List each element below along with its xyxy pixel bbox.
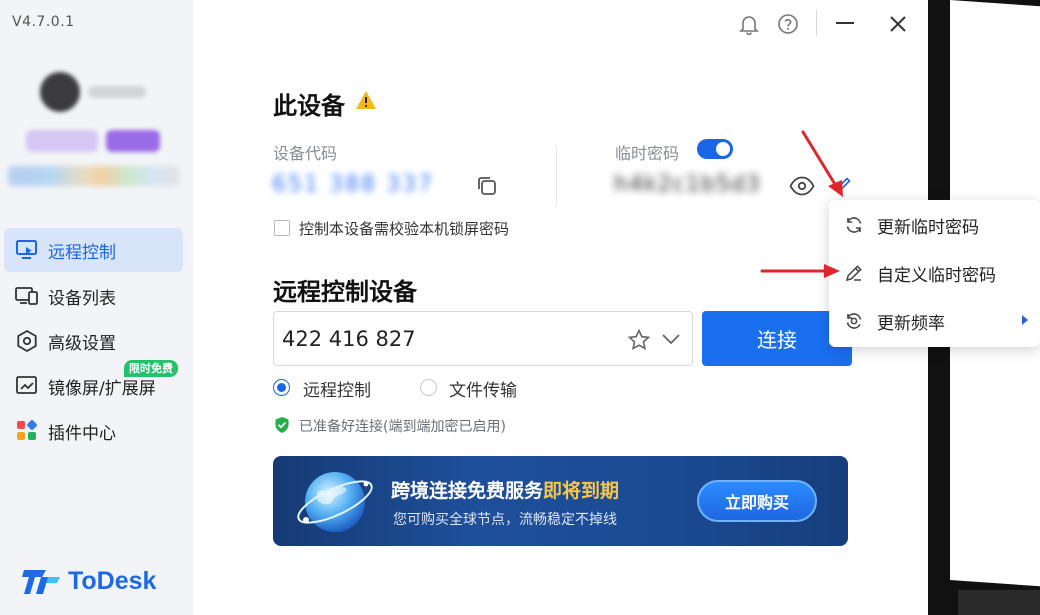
device-list-icon [14,284,40,308]
lock-password-checkbox[interactable] [274,220,290,236]
sidebar-item-remote-control[interactable]: 远程控制 [4,228,183,272]
todesk-logo-icon [22,570,60,594]
version-label: V4.7.0.1 [12,14,75,30]
banner-title-highlight: 即将到期 [543,480,620,502]
username-blurred [88,86,146,98]
menu-item-custom-password[interactable]: 自定义临时密码 [829,251,1040,295]
edit-password-icon[interactable] [836,176,852,196]
section-divider [556,146,557,206]
help-icon[interactable] [776,12,800,36]
device-id-field[interactable] [273,311,693,366]
device-id-input[interactable] [282,322,612,356]
temp-password-value: h4k2c1b5d3 [614,172,761,197]
sidebar-item-label: 镜像屏/扩展屏 [48,378,156,399]
refresh-icon [843,214,865,236]
minimize-icon[interactable] [833,12,857,36]
remote-control-icon [14,238,40,262]
chevron-down-icon[interactable] [660,331,682,351]
star-icon[interactable] [627,328,651,356]
sidebar: V4.7.0.1 远程控制 设备列表 高级设置 镜像屏/扩展屏 限时免费 插件中… [0,0,193,615]
sidebar-item-plugin-center[interactable]: 插件中心 [4,409,183,453]
sidebar-item-device-list[interactable]: 设备列表 [4,274,183,318]
sidebar-item-label: 远程控制 [48,242,116,263]
brand-name: ToDesk [68,566,157,595]
background-window-edge [958,590,1040,615]
sidebar-item-label: 高级设置 [48,333,116,354]
device-code-label: 设备代码 [273,144,338,163]
banner-subtitle: 您可购买全球节点，流畅稳定不掉线 [393,512,617,528]
menu-item-label: 更新频率 [877,313,945,334]
banner-title-main: 跨境连接免费服务 [391,480,544,502]
mirror-screen-icon [14,374,40,398]
shield-check-icon [274,416,290,438]
device-code-value: 651 388 337 [272,172,434,197]
eye-icon[interactable] [789,176,815,200]
upgrade-badge[interactable] [106,130,160,152]
remote-control-title: 远程控制设备 [273,278,417,306]
avatar[interactable] [40,72,80,112]
refresh-frequency-icon [843,310,865,332]
bell-icon[interactable] [737,12,761,36]
temp-password-menu: 更新临时密码 自定义临时密码 更新频率 [829,200,1040,347]
feature-badges [8,166,180,186]
todesk-logo: ToDesk [22,566,156,596]
free-promo-badge: 限时免费 [124,360,178,377]
titlebar-divider [816,10,817,36]
sidebar-item-advanced-settings[interactable]: 高级设置 [4,319,183,363]
this-device-title: 此设备 [273,92,345,120]
menu-item-refresh-frequency[interactable]: 更新频率 [829,299,1040,343]
banner-title: 跨境连接免费服务即将到期 [391,476,619,503]
plugin-grid-icon [14,419,40,443]
lock-password-checkbox-label: 控制本设备需校验本机锁屏密码 [299,220,510,238]
sidebar-item-label: 设备列表 [48,288,116,309]
mode-file-transfer-label[interactable]: 文件传输 [449,376,517,401]
membership-badge[interactable] [26,130,98,152]
buy-now-button[interactable]: 立即购买 [697,480,817,522]
menu-item-label: 自定义临时密码 [877,265,996,286]
sidebar-item-label: 插件中心 [48,423,116,444]
copy-icon[interactable] [476,175,498,201]
close-icon[interactable] [886,12,910,36]
menu-item-label: 更新临时密码 [877,217,979,238]
cross-border-promo-banner[interactable]: 跨境连接免费服务即将到期 您可购买全球节点，流畅稳定不掉线 立即购买 [273,456,848,546]
pencil-icon [843,262,865,284]
settings-hexagon-icon [14,329,40,353]
mode-remote-control-label[interactable]: 远程控制 [303,376,371,401]
connection-status: 已准备好连接(端到端加密已启用) [299,419,506,435]
temp-password-toggle[interactable] [697,139,733,159]
submenu-arrow-icon [1022,315,1028,325]
globe-icon [297,472,373,532]
mode-file-transfer-radio[interactable] [420,379,437,396]
menu-item-refresh-password[interactable]: 更新临时密码 [829,203,1040,247]
temp-password-label: 临时密码 [615,144,680,163]
mode-remote-control-radio[interactable] [273,379,290,396]
warning-icon[interactable] [355,90,377,114]
